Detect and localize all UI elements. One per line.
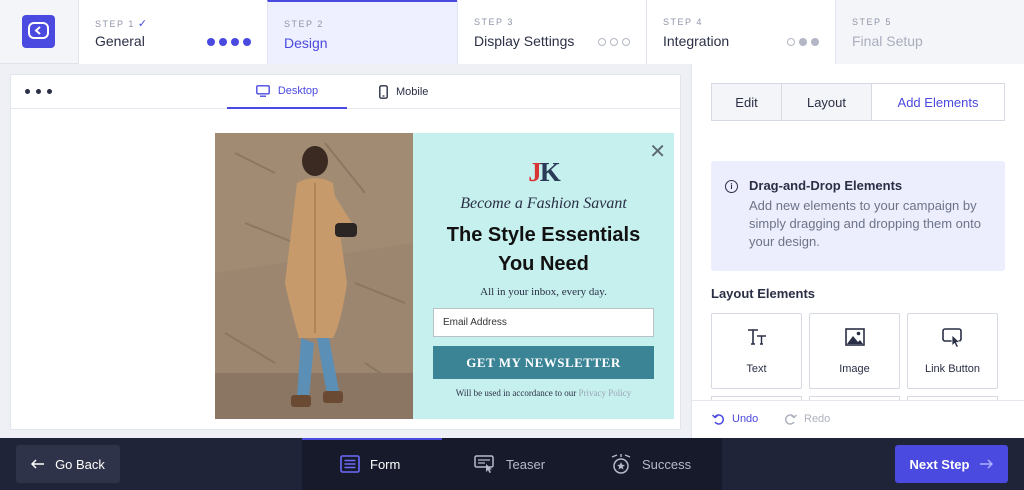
step-title: Integration — [663, 33, 730, 49]
app-logo[interactable] — [22, 15, 55, 48]
stepper-bar: STEP 1 ✓ General STEP 2 Design STEP 3 Dis… — [0, 0, 1024, 64]
element-image[interactable]: Image — [809, 313, 900, 389]
tab-label: Desktop — [277, 85, 319, 97]
step-display-settings[interactable]: STEP 3 Display Settings — [457, 0, 646, 64]
next-step-button[interactable]: Next Step — [895, 445, 1008, 483]
check-icon: ✓ — [137, 18, 148, 30]
privacy-policy-link: Privacy Policy — [578, 388, 632, 398]
fashion-photo-image — [215, 133, 413, 419]
editor-tabs: Edit Layout Add Elements — [711, 83, 1005, 121]
step-integration[interactable]: STEP 4 Integration — [646, 0, 835, 64]
desktop-icon — [255, 85, 270, 97]
mobile-icon — [379, 85, 388, 99]
text-icon — [712, 328, 801, 351]
step-number: STEP 4 — [663, 17, 703, 27]
tab-success[interactable]: Success — [610, 438, 691, 490]
element-link-button[interactable]: Link Button — [907, 313, 998, 389]
step-final-setup[interactable]: STEP 5 Final Setup — [835, 0, 1024, 64]
go-back-button[interactable]: Go Back — [16, 445, 120, 483]
model-photo[interactable] — [215, 133, 413, 419]
progress-dots — [207, 38, 251, 46]
step-number: STEP 2 — [284, 19, 324, 29]
bottom-bar: Go Back Form Teaser Success Next Step — [0, 438, 1024, 490]
step-title: General — [95, 33, 145, 49]
tab-desktop[interactable]: Desktop — [227, 75, 347, 109]
step-general[interactable]: STEP 1 ✓ General — [78, 0, 267, 64]
campaign-view-tabs: Form Teaser Success — [302, 438, 722, 490]
popup-design[interactable]: ✕ JK Become a Fashion Savant The Style E… — [215, 133, 674, 419]
preview-toolbar: Desktop Mobile — [11, 75, 680, 109]
step-title: Display Settings — [474, 33, 575, 49]
popup-tagline[interactable]: Become a Fashion Savant — [413, 195, 674, 213]
layout-elements-title: Layout Elements — [711, 286, 816, 301]
info-text: Add new elements to your campaign by sim… — [749, 198, 981, 249]
info-title: Drag-and-Drop Elements — [749, 178, 903, 193]
step-number: STEP 1 ✓ — [95, 18, 148, 30]
undo-icon — [712, 414, 724, 425]
popup-headline[interactable]: The Style Essentials You Need — [413, 221, 674, 279]
popup-content: ✕ JK Become a Fashion Savant The Style E… — [413, 133, 674, 419]
tab-teaser[interactable]: Teaser — [474, 438, 545, 490]
success-icon — [611, 454, 631, 474]
legal-text[interactable]: Will be used in accordance to our Privac… — [413, 388, 674, 398]
tab-edit[interactable]: Edit — [712, 84, 782, 120]
tile-label: Text — [746, 363, 767, 375]
info-icon: i — [725, 180, 738, 193]
tab-mobile[interactable]: Mobile — [379, 75, 428, 109]
link-button-icon — [908, 328, 997, 353]
tab-label: Mobile — [396, 86, 429, 98]
newsletter-button[interactable]: GET MY NEWSLETTER — [433, 346, 654, 379]
logo-icon — [28, 22, 49, 39]
popup-subtext[interactable]: All in your inbox, every day. — [413, 286, 674, 298]
image-icon — [810, 328, 899, 351]
step-number: STEP 3 — [474, 17, 514, 27]
brand-logo: JK — [528, 157, 561, 187]
history-bar: Undo Redo — [692, 400, 1024, 438]
redo-button[interactable]: Redo — [784, 413, 830, 425]
teaser-icon — [474, 455, 494, 473]
tab-layout[interactable]: Layout — [782, 84, 872, 120]
redo-icon — [785, 414, 797, 425]
form-icon — [340, 455, 360, 473]
tile-label: Image — [839, 363, 870, 375]
editor-panel: Edit Layout Add Elements i Drag-and-Drop… — [691, 64, 1024, 438]
progress-dots — [787, 38, 819, 46]
design-preview: Desktop Mobile ✕ JK Become a Fashion Sav… — [10, 74, 681, 430]
step-design[interactable]: STEP 2 Design — [267, 0, 457, 64]
tile-label: Link Button — [924, 363, 981, 375]
progress-dots — [598, 38, 630, 46]
info-box: i Drag-and-Drop Elements Add new element… — [711, 161, 1005, 271]
step-number: STEP 5 — [852, 17, 892, 27]
more-options-icon[interactable] — [25, 89, 52, 94]
email-field[interactable]: Email Address — [433, 308, 654, 337]
arrow-right-icon — [980, 459, 994, 469]
tab-add-elements[interactable]: Add Elements — [872, 84, 1004, 120]
undo-button[interactable]: Undo — [712, 413, 758, 425]
step-title: Final Setup — [852, 33, 923, 49]
arrow-left-icon — [31, 459, 45, 469]
element-text[interactable]: Text — [711, 313, 802, 389]
tab-form[interactable]: Form — [340, 438, 400, 490]
step-title: Design — [284, 35, 328, 51]
